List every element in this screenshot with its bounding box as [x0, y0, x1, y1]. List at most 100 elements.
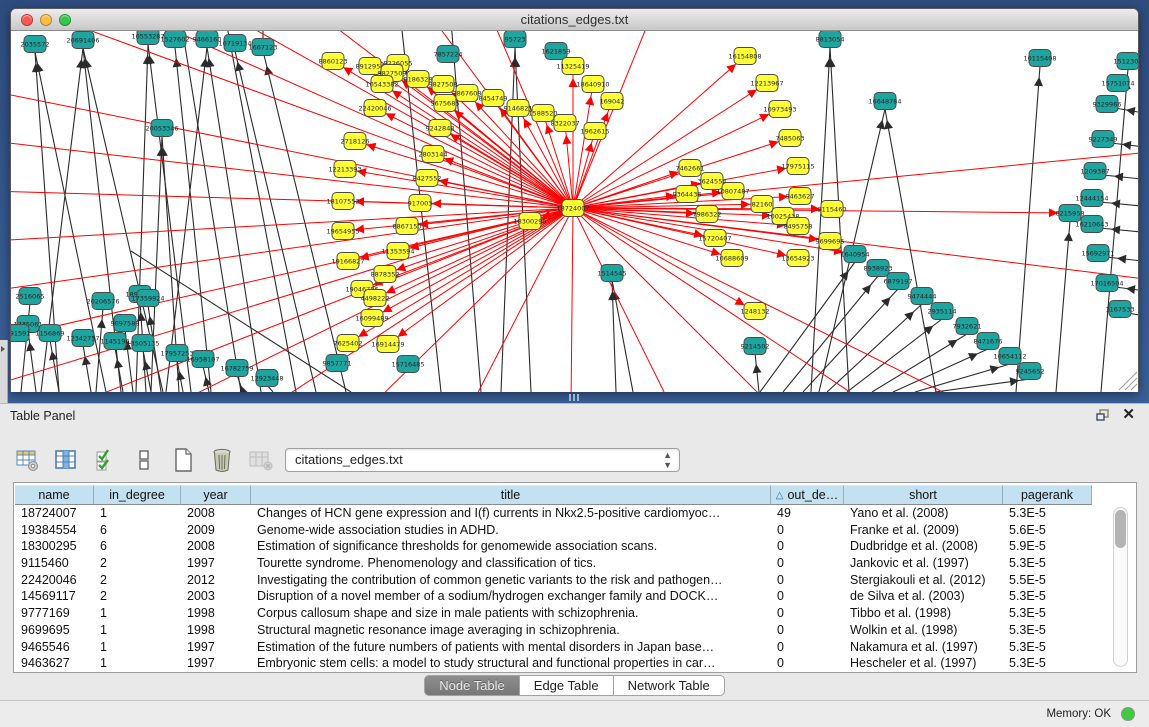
cell-year[interactable]: 1997: [181, 555, 251, 572]
cell-year[interactable]: 1997: [181, 639, 251, 656]
network-node[interactable]: 1621859: [542, 43, 571, 60]
network-node[interactable]: 1527602: [161, 31, 190, 48]
network-node[interactable]: 15692971: [1081, 245, 1114, 262]
network-node[interactable]: 9097588: [111, 315, 140, 332]
cell-year[interactable]: 2012: [181, 572, 251, 589]
cell-short[interactable]: Stergiakouli et al. (2012): [844, 572, 1003, 589]
cell-out_de[interactable]: 0: [771, 655, 844, 671]
cell-year[interactable]: 1998: [181, 605, 251, 622]
cell-pagerank[interactable]: 5.6E-5: [1003, 522, 1092, 539]
network-node[interactable]: 2935114: [928, 303, 957, 320]
network-node[interactable]: 9115460: [818, 201, 847, 218]
cell-title[interactable]: Investigating the contribution of common…: [251, 572, 771, 589]
horizontal-splitter-handle[interactable]: [569, 394, 581, 401]
column-header-title[interactable]: title: [251, 485, 771, 505]
table-row[interactable]: 1830029562008Estimation of significance …: [15, 538, 1135, 555]
network-node[interactable]: 16914479: [371, 336, 404, 353]
cell-year[interactable]: 2009: [181, 522, 251, 539]
cell-pagerank[interactable]: 5.3E-5: [1003, 605, 1092, 622]
cell-title[interactable]: Corpus callosum shape and size in male p…: [251, 605, 771, 622]
cell-short[interactable]: Franke et al. (2009): [844, 522, 1003, 539]
network-node[interactable]: 15720407: [698, 230, 731, 247]
column-header-in_degree[interactable]: in_degree: [94, 485, 181, 505]
network-node[interactable]: 7625402: [334, 335, 363, 352]
cell-short[interactable]: Tibbo et al. (1998): [844, 605, 1003, 622]
cell-name[interactable]: 9465546: [15, 639, 94, 656]
table-row[interactable]: 911546021997Tourette syndrome. Phenomeno…: [15, 555, 1135, 572]
network-node[interactable]: 10688609: [715, 250, 748, 267]
cell-short[interactable]: Nakamura et al. (1997): [844, 639, 1003, 656]
cell-out_de[interactable]: 0: [771, 588, 844, 605]
column-selector-icon[interactable]: [53, 447, 79, 473]
cell-out_de[interactable]: 0: [771, 639, 844, 656]
cell-year[interactable]: 2008: [181, 505, 251, 522]
cell-pagerank[interactable]: 5.5E-5: [1003, 572, 1092, 589]
cell-pagerank[interactable]: 5.9E-5: [1003, 538, 1092, 555]
network-node[interactable]: 8495758: [784, 218, 813, 235]
column-header-out_de[interactable]: △out_de…: [771, 485, 844, 505]
network-node[interactable]: 2718126: [341, 133, 370, 150]
tab-network-table[interactable]: Network Table: [614, 675, 725, 696]
column-header-year[interactable]: year: [181, 485, 251, 505]
network-node[interactable]: 12213967: [750, 75, 783, 92]
cell-pagerank[interactable]: 5.3E-5: [1003, 588, 1092, 605]
column-header-short[interactable]: short: [844, 485, 1003, 505]
network-node[interactable]: 82160: [751, 196, 773, 213]
cell-in_degree[interactable]: 1: [94, 655, 181, 671]
cell-short[interactable]: Dudbridge et al. (2008): [844, 538, 1003, 555]
network-node[interactable]: 8867150: [393, 218, 422, 235]
network-node[interactable]: 7857224: [434, 46, 463, 63]
table-row[interactable]: 969969511998Structural magnetic resonanc…: [15, 622, 1135, 639]
network-node[interactable]: 95723: [504, 31, 526, 48]
network-node[interactable]: 1248132: [741, 303, 770, 320]
cell-year[interactable]: 1997: [181, 655, 251, 671]
network-node[interactable]: 1156869: [36, 325, 65, 342]
network-node[interactable]: 9245652: [1016, 363, 1045, 380]
cell-in_degree[interactable]: 2: [94, 588, 181, 605]
network-node[interactable]: 1962615: [581, 123, 610, 140]
table-row[interactable]: 977716911998Corpus callosum shape and si…: [15, 605, 1135, 622]
row-selector-icon[interactable]: [131, 447, 157, 473]
table-row[interactable]: 946362711997Embryonic stem cells: a mode…: [15, 655, 1135, 671]
cell-out_de[interactable]: 49: [771, 505, 844, 522]
network-node[interactable]: 1145194: [101, 333, 130, 350]
network-node[interactable]: 20206576: [86, 293, 119, 310]
network-node[interactable]: 9466160: [193, 31, 222, 48]
network-node[interactable]: 16154808: [728, 48, 761, 65]
network-node[interactable]: 16782759: [220, 360, 253, 377]
table-row[interactable]: 1938455462009Genome-wide association stu…: [15, 522, 1135, 539]
cell-out_de[interactable]: 0: [771, 572, 844, 589]
network-node[interactable]: 19654955: [326, 223, 359, 240]
cell-pagerank[interactable]: 5.3E-5: [1003, 639, 1092, 656]
network-node[interactable]: 2516065: [16, 288, 45, 305]
column-header-name[interactable]: name: [15, 485, 94, 505]
network-canvas[interactable]: 2035572206914061055328715276029466160107…: [11, 31, 1138, 392]
tab-edge-table[interactable]: Edge Table: [520, 675, 614, 696]
network-node[interactable]: 9364436: [673, 186, 702, 203]
cell-short[interactable]: de Silva et al. (2003): [844, 588, 1003, 605]
network-node[interactable]: 17016504: [1090, 275, 1123, 292]
checklist-icon[interactable]: [92, 447, 118, 473]
network-node[interactable]: 12213393: [328, 161, 361, 178]
table-row[interactable]: 1456911722003Disruption of a novel membe…: [15, 588, 1135, 605]
network-node[interactable]: 11325419: [556, 58, 589, 75]
cell-title[interactable]: Genome-wide association studies in ADHD.: [251, 522, 771, 539]
cell-in_degree[interactable]: 1: [94, 639, 181, 656]
cell-name[interactable]: 19384554: [15, 522, 94, 539]
delete-rows-icon[interactable]: [209, 447, 235, 473]
window-titlebar[interactable]: citations_edges.txt: [11, 9, 1138, 31]
network-node[interactable]: 8878352: [371, 266, 400, 283]
cell-title[interactable]: Estimation of significance thresholds fo…: [251, 538, 771, 555]
cell-out_de[interactable]: 0: [771, 605, 844, 622]
network-node[interactable]: 9227349: [1089, 131, 1118, 148]
cell-in_degree[interactable]: 6: [94, 538, 181, 555]
close-panel-icon[interactable]: ✕: [1122, 408, 1135, 422]
network-node[interactable]: 4498222: [361, 290, 390, 307]
tab-node-table[interactable]: Node Table: [424, 675, 520, 696]
float-panel-icon[interactable]: [1096, 409, 1110, 422]
cell-short[interactable]: Hescheler et al. (1997): [844, 655, 1003, 671]
new-table-icon[interactable]: [170, 447, 196, 473]
network-node[interactable]: 5675685: [431, 95, 460, 112]
cell-title[interactable]: Changes of HCN gene expression and I(f) …: [251, 505, 771, 522]
network-node[interactable]: 917003: [408, 195, 433, 212]
